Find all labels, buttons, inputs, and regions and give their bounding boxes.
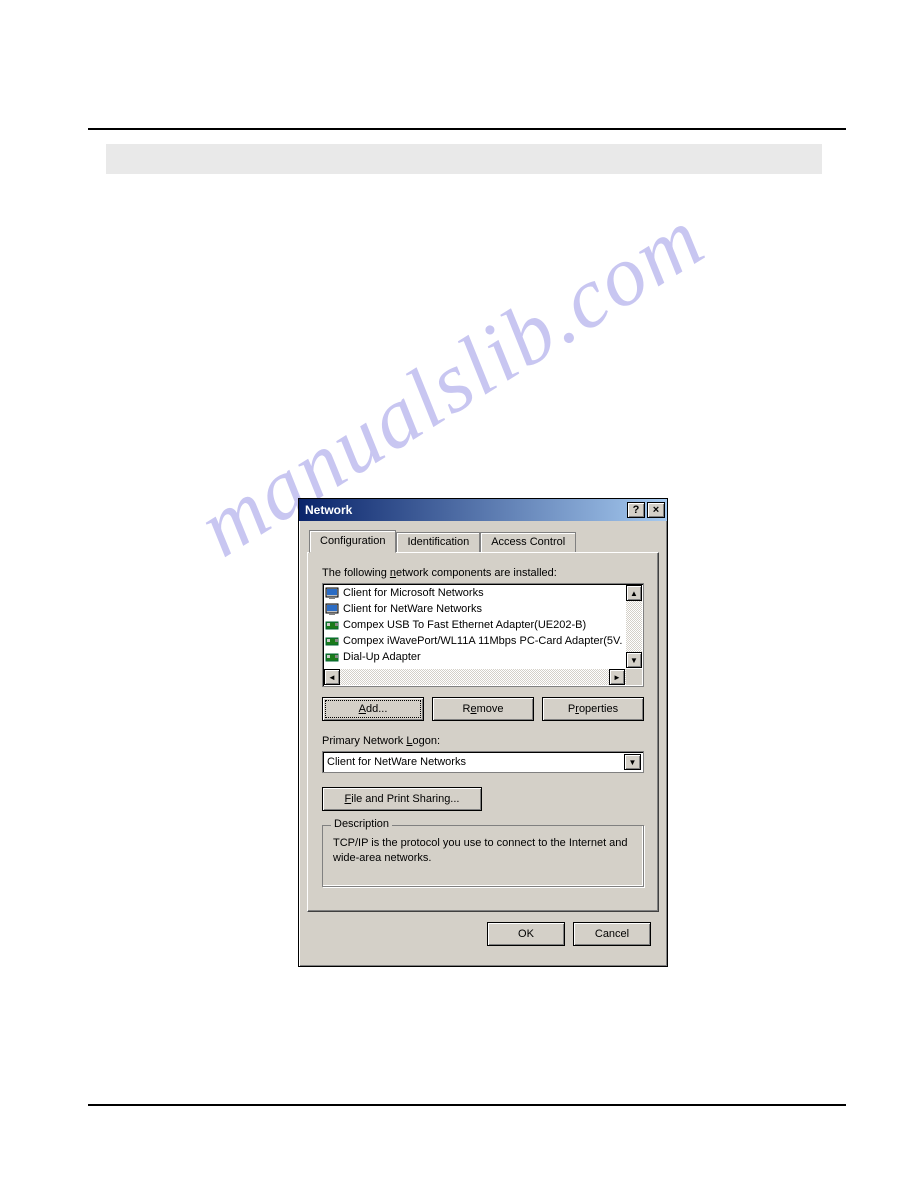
adapter-icon: [325, 650, 339, 664]
remove-pre: R: [463, 703, 471, 715]
tab-configuration[interactable]: Configuration: [309, 530, 396, 553]
page-gray-band: [106, 144, 822, 174]
scroll-left-button[interactable]: ◄: [324, 669, 340, 685]
share-label: ile and Print Sharing...: [351, 793, 459, 805]
components-list-inner: Client for Microsoft Networks Client for…: [323, 584, 626, 669]
list-item-label: Compex iWavePort/WL11A 11Mbps PC-Card Ad…: [343, 635, 622, 647]
tab-panel-configuration: The following network components are ins…: [307, 552, 659, 912]
description-title: Description: [331, 818, 392, 830]
top-rule: [88, 128, 846, 130]
components-list-wrap: Client for Microsoft Networks Client for…: [322, 583, 644, 687]
add-label: dd...: [366, 703, 387, 715]
description-groupbox: Description TCP/IP is the protocol you u…: [322, 825, 644, 887]
vertical-scrollbar[interactable]: ▲ ▼: [626, 585, 642, 668]
bottom-rule: [88, 1104, 846, 1106]
list-item-label: Compex USB To Fast Ethernet Adapter(UE20…: [343, 619, 586, 631]
cancel-button[interactable]: Cancel: [573, 922, 651, 946]
scrollbar-corner: [626, 669, 642, 685]
adapter-icon: [325, 618, 339, 632]
list-item[interactable]: Client for Microsoft Networks: [325, 585, 624, 601]
list-item[interactable]: Client for NetWare Networks: [325, 601, 624, 617]
description-text: TCP/IP is the protocol you use to connec…: [333, 836, 633, 876]
properties-button[interactable]: Properties: [542, 697, 644, 721]
chevron-down-icon[interactable]: ▼: [624, 754, 641, 770]
remove-button[interactable]: Remove: [432, 697, 534, 721]
tab-identification[interactable]: Identification: [396, 532, 480, 552]
label-text-pre: The following: [322, 567, 390, 579]
network-dialog: Network ? × Configuration Identification…: [298, 498, 668, 967]
dialog-title: Network: [305, 503, 352, 517]
dialog-client: Configuration Identification Access Cont…: [299, 521, 667, 966]
adapter-icon: [325, 634, 339, 648]
list-item[interactable]: Dial-Up Adapter: [325, 649, 624, 665]
horizontal-scrollbar[interactable]: ◄ ►: [324, 669, 642, 685]
share-hotkey: F: [345, 793, 352, 805]
dialog-buttons-row: OK Cancel: [307, 912, 659, 956]
add-hotkey: A: [359, 703, 366, 715]
primary-logon-dropdown[interactable]: Client for NetWare Networks ▼: [322, 751, 644, 773]
components-listbox[interactable]: Client for Microsoft Networks Client for…: [322, 583, 644, 687]
scroll-up-button[interactable]: ▲: [626, 585, 642, 601]
label-text-post: etwork components are installed:: [396, 567, 557, 579]
scroll-down-button[interactable]: ▼: [626, 652, 642, 668]
close-button[interactable]: ×: [647, 502, 665, 518]
tabsheet: Configuration Identification Access Cont…: [307, 529, 659, 912]
scroll-right-button[interactable]: ►: [609, 669, 625, 685]
dropdown-value: Client for NetWare Networks: [327, 756, 466, 768]
titlebar: Network ? ×: [299, 499, 667, 521]
primary-logon-label: Primary Network Logon:: [322, 735, 644, 747]
help-button[interactable]: ?: [627, 502, 645, 518]
add-button[interactable]: Add...: [322, 697, 424, 721]
list-item[interactable]: Compex USB To Fast Ethernet Adapter(UE20…: [325, 617, 624, 633]
properties-post: operties: [579, 703, 618, 715]
list-item-label: Client for NetWare Networks: [343, 603, 482, 615]
client-icon: [325, 602, 339, 616]
component-buttons-row: Add... Remove Properties: [322, 697, 644, 721]
properties-pre: P: [568, 703, 575, 715]
ok-button[interactable]: OK: [487, 922, 565, 946]
list-item[interactable]: Compex iWavePort/WL11A 11Mbps PC-Card Ad…: [325, 633, 624, 649]
remove-post: move: [477, 703, 504, 715]
installed-components-label: The following network components are ins…: [322, 567, 644, 579]
client-icon: [325, 586, 339, 600]
file-print-sharing-button[interactable]: File and Print Sharing...: [322, 787, 482, 811]
tab-strip: Configuration Identification Access Cont…: [307, 529, 659, 552]
list-item-label: Dial-Up Adapter: [343, 651, 421, 663]
tab-access-control[interactable]: Access Control: [480, 532, 576, 552]
list-item-label: Client for Microsoft Networks: [343, 587, 484, 599]
logon-post: ogon:: [412, 735, 440, 747]
titlebar-buttons: ? ×: [627, 502, 665, 518]
logon-pre: Primary Network: [322, 735, 406, 747]
